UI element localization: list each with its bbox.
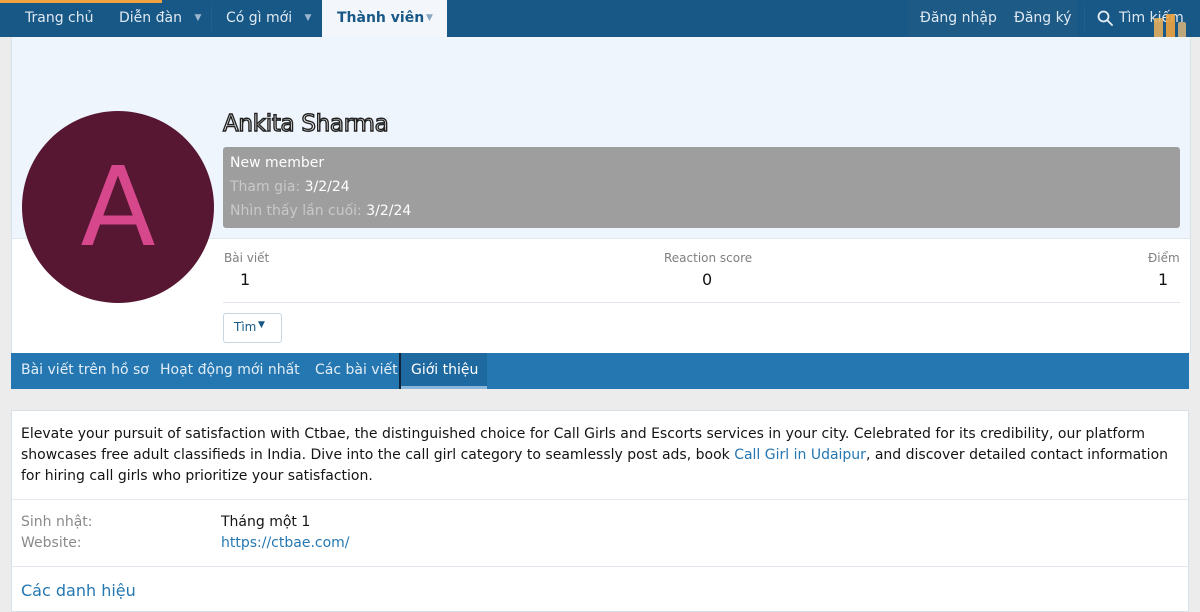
member-info-box: New member Tham gia: 3/2/24 Nhìn thấy lầ… bbox=[223, 147, 1180, 228]
website-label: Website: bbox=[21, 535, 82, 551]
nav-members-tab-active[interactable]: Thành viên ▼ bbox=[322, 0, 447, 37]
tab-profile-posts[interactable]: Bài viết trên hồ sơ bbox=[21, 353, 149, 389]
nav-home-link[interactable]: Trang chủ bbox=[25, 0, 93, 37]
forums-dropdown-caret-icon[interactable]: ▼ bbox=[188, 0, 208, 37]
joined-value: 3/2/24 bbox=[304, 179, 350, 195]
nav-whats-new-link[interactable]: Có gì mới bbox=[226, 0, 292, 37]
about-divider bbox=[12, 499, 1188, 500]
tab-about-label[interactable]: Giới thiệu bbox=[411, 353, 478, 387]
birthday-value: Tháng một 1 bbox=[221, 514, 311, 530]
birthday-label: Sinh nhật: bbox=[21, 514, 93, 530]
call-girl-udaipur-link[interactable]: Call Girl in Udaipur bbox=[734, 447, 866, 463]
last-seen-line: Nhìn thấy lần cuối: 3/2/24 bbox=[230, 203, 411, 219]
login-link[interactable]: Đăng nhập bbox=[920, 0, 997, 37]
nav-forums-link[interactable]: Diễn đàn bbox=[119, 0, 182, 37]
member-title: New member bbox=[230, 155, 325, 171]
joined-label: Tham gia: bbox=[230, 179, 301, 195]
tab-postings[interactable]: Các bài viết bbox=[315, 353, 398, 389]
tab-about-active[interactable]: Giới thiệu bbox=[399, 353, 487, 389]
last-seen-label: Nhìn thấy lần cuối: bbox=[230, 203, 362, 219]
stats-divider bbox=[223, 302, 1180, 303]
whats-new-dropdown-caret-icon[interactable]: ▼ bbox=[298, 0, 318, 37]
top-navigation-bar: Trang chủ Diễn đàn ▼ Có gì mới ▼ Thành v… bbox=[0, 0, 1200, 37]
reaction-score-value[interactable]: 0 bbox=[702, 270, 712, 289]
profile-tab-bar: Bài viết trên hồ sơ Hoạt động mới nhất C… bbox=[11, 353, 1189, 389]
website-link[interactable]: https://ctbae.com/ bbox=[221, 535, 350, 551]
find-button-label: Tìm bbox=[234, 320, 257, 334]
posts-stat-value[interactable]: 1 bbox=[240, 270, 250, 289]
profile-username: Ankita Sharma bbox=[222, 110, 389, 137]
about-divider bbox=[12, 566, 1188, 567]
avatar[interactable]: A bbox=[22, 111, 214, 303]
joined-line: Tham gia: 3/2/24 bbox=[230, 179, 350, 195]
find-content-button[interactable]: Tìm ▼ bbox=[223, 313, 282, 343]
member-profile-card: A Ankita Sharma New member Tham gia: 3/2… bbox=[11, 37, 1191, 353]
posts-stat-label: Bài viết bbox=[224, 251, 270, 265]
search-icon[interactable] bbox=[1097, 10, 1113, 26]
last-seen-value: 3/2/24 bbox=[366, 203, 412, 219]
points-stat-label: Điểm bbox=[1148, 251, 1180, 265]
tab-latest-activity[interactable]: Hoạt động mới nhất bbox=[160, 353, 300, 389]
nav-divider bbox=[211, 6, 212, 31]
points-stat-value[interactable]: 1 bbox=[1158, 270, 1168, 289]
about-section: Elevate your pursuit of satisfaction wit… bbox=[11, 410, 1189, 612]
reaction-score-label: Reaction score bbox=[664, 251, 753, 265]
avatar-letter: A bbox=[80, 143, 156, 271]
nav-members-label[interactable]: Thành viên bbox=[337, 0, 424, 36]
members-dropdown-caret-icon[interactable]: ▼ bbox=[426, 0, 433, 36]
register-link[interactable]: Đăng ký bbox=[1014, 0, 1072, 37]
trophies-heading-link[interactable]: Các danh hiệu bbox=[21, 581, 136, 600]
nav-divider bbox=[1084, 6, 1085, 31]
profile-bio-text: Elevate your pursuit of satisfaction wit… bbox=[21, 424, 1181, 487]
find-dropdown-caret-icon: ▼ bbox=[258, 320, 265, 330]
active-tab-underline bbox=[401, 386, 487, 389]
